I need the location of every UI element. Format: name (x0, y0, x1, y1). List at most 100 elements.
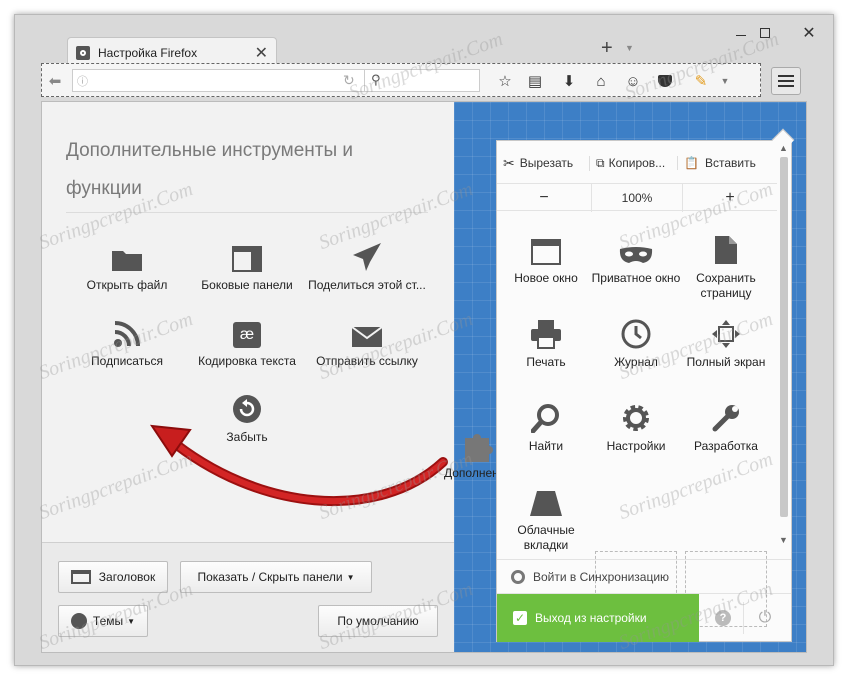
scroll-thumb[interactable] (780, 157, 788, 517)
find-icon (501, 393, 591, 433)
toolbars-toggle-button[interactable]: Показать / Скрыть панели ▼ (180, 561, 372, 593)
window-icon (70, 570, 91, 584)
navigation-toolbar: ⬅ ⓘ ↻ ⚲ ☆ ▤ ⬇ ⌂ ☺ ✎ ▼ (41, 63, 761, 97)
menu-item-label: Журнал (614, 355, 658, 369)
scroll-up-icon[interactable]: ▲ (779, 143, 788, 153)
customize-area: Дополнительные инструменты и функции Отк… (41, 101, 807, 653)
copy-label: Копиров... (608, 156, 666, 170)
rss-icon (62, 308, 192, 348)
info-icon: ⓘ (77, 76, 88, 88)
close-window-button[interactable]: ✕ (791, 23, 827, 43)
restore-defaults-label: По умолчанию (337, 614, 419, 628)
paste-button[interactable]: 📋 Вставить (677, 156, 773, 170)
exit-customize-label: Выход из настройки (535, 611, 647, 625)
url-input[interactable] (95, 72, 325, 89)
bookmark-star-icon[interactable]: ☆ (494, 70, 516, 92)
tool-label: Открыть файл (86, 278, 168, 292)
new-tab-button[interactable]: + (601, 37, 613, 60)
cloud-tabs-icon (501, 477, 591, 517)
tool-label: Подписаться (91, 354, 163, 368)
menu-item-developer[interactable]: Разработка (681, 393, 771, 454)
menu-item-fullscreen[interactable]: Полный экран (681, 309, 771, 370)
folder-icon (62, 232, 192, 272)
sync-icon (511, 569, 525, 584)
zoom-reset-button[interactable]: 100% (591, 184, 683, 212)
menu-panel: ✂ Вырезать ⧉ Копиров... 📋 Вставить − 100… (496, 128, 795, 642)
search-input[interactable] (387, 72, 473, 89)
edit-controls: ✂ Вырезать ⧉ Копиров... 📋 Вставить (497, 149, 777, 177)
tool-share-page[interactable]: Поделиться этой ст... (302, 232, 432, 292)
cut-button[interactable]: ✂ Вырезать (497, 155, 589, 172)
zoom-in-button[interactable]: + (683, 184, 777, 212)
chevron-down-icon: ▼ (127, 616, 136, 626)
menu-item-save-page[interactable]: Сохранить страницу (681, 225, 771, 301)
palette-heading: Дополнительные инструменты и функции (66, 140, 354, 199)
menu-footer: ✓ Выход из настройки ? ⏻ (497, 593, 791, 642)
copy-button[interactable]: ⧉ Копиров... (589, 155, 677, 171)
hamburger-menu-button[interactable] (771, 67, 801, 95)
gear-icon (76, 45, 90, 60)
tool-sidebars[interactable]: Боковые панели (182, 232, 312, 292)
quit-button[interactable]: ⏻ (753, 606, 777, 630)
menu-item-print[interactable]: Печать (501, 309, 591, 370)
chevron-down-icon: ▼ (346, 572, 355, 582)
menu-item-history[interactable]: Журнал (591, 309, 681, 370)
menu-scrollbar[interactable]: ▲ ▼ (777, 143, 791, 557)
fullscreen-icon (681, 309, 771, 349)
help-button[interactable]: ? (711, 606, 735, 630)
reload-icon[interactable]: ↻ (343, 72, 355, 89)
menu-item-label: Настройки (606, 439, 666, 453)
cut-label: Вырезать (519, 156, 574, 170)
red-arrow-annotation (149, 424, 448, 507)
history-clock-icon (591, 309, 681, 349)
exit-customize-button[interactable]: ✓ Выход из настройки (497, 594, 699, 642)
globe-icon (70, 613, 87, 629)
maximize-icon (760, 28, 770, 38)
restore-defaults-button[interactable]: По умолчанию (318, 605, 438, 637)
print-icon (501, 309, 591, 349)
menu-item-settings[interactable]: Настройки (591, 393, 681, 454)
developer-pencil-icon[interactable]: ✎ (690, 70, 712, 92)
minimize-icon (736, 34, 746, 36)
title-bar-label: Заголовок (98, 570, 156, 584)
chevron-down-icon[interactable]: ▼ (714, 70, 736, 92)
tool-label: Отправить ссылку (316, 354, 418, 368)
bookmarks-list-icon[interactable]: ▤ (524, 70, 546, 92)
tool-label: Поделиться этой ст... (308, 278, 426, 292)
home-icon[interactable]: ⌂ (590, 70, 612, 92)
themes-button[interactable]: Темы ▼ (58, 605, 148, 637)
search-bar[interactable]: ⚲ (364, 69, 480, 92)
sidebar-icon (182, 232, 312, 272)
email-icon (302, 308, 432, 348)
menu-item-label: Полный экран (686, 355, 766, 369)
divider (66, 212, 428, 213)
menu-item-new-window[interactable]: Новое окно (501, 225, 591, 286)
tool-email-link[interactable]: Отправить ссылку (302, 308, 432, 368)
palette-panel: Дополнительные инструменты и функции Отк… (42, 102, 454, 652)
pocket-icon[interactable] (654, 70, 676, 92)
power-icon: ⏻ (758, 609, 772, 626)
tool-text-encoding[interactable]: æ Кодировка текста (182, 308, 312, 368)
hello-smiley-icon[interactable]: ☺ (622, 70, 644, 92)
settings-gear-icon (591, 393, 681, 433)
tool-open-file[interactable]: Открыть файл (62, 232, 192, 292)
url-bar[interactable]: ⓘ ↻ (72, 69, 392, 92)
chevron-down-icon[interactable]: ▼ (625, 43, 634, 53)
downloads-icon[interactable]: ⬇ (558, 70, 580, 92)
menu-item-find[interactable]: Найти (501, 393, 591, 454)
zoom-out-button[interactable]: − (497, 184, 591, 212)
maximize-button[interactable] (747, 23, 783, 43)
tab-title: Настройка Firefox (98, 45, 198, 60)
menu-item-private-window[interactable]: Приватное окно (591, 225, 681, 286)
scroll-down-icon[interactable]: ▼ (779, 535, 788, 545)
help-icon: ? (715, 610, 731, 626)
tool-subscribe[interactable]: Подписаться (62, 308, 192, 368)
menu-item-cloud-tabs[interactable]: Облачные вкладки (501, 477, 591, 553)
tool-label: Кодировка текста (198, 354, 296, 368)
tab-close-icon[interactable]: ✕ (255, 43, 268, 63)
title-bar-button[interactable]: Заголовок (58, 561, 168, 593)
back-button[interactable]: ⬅ (44, 70, 66, 92)
sync-signin[interactable]: Войти в Синхронизацию (497, 559, 791, 593)
copy-icon: ⧉ (596, 155, 605, 170)
divider (743, 602, 744, 634)
